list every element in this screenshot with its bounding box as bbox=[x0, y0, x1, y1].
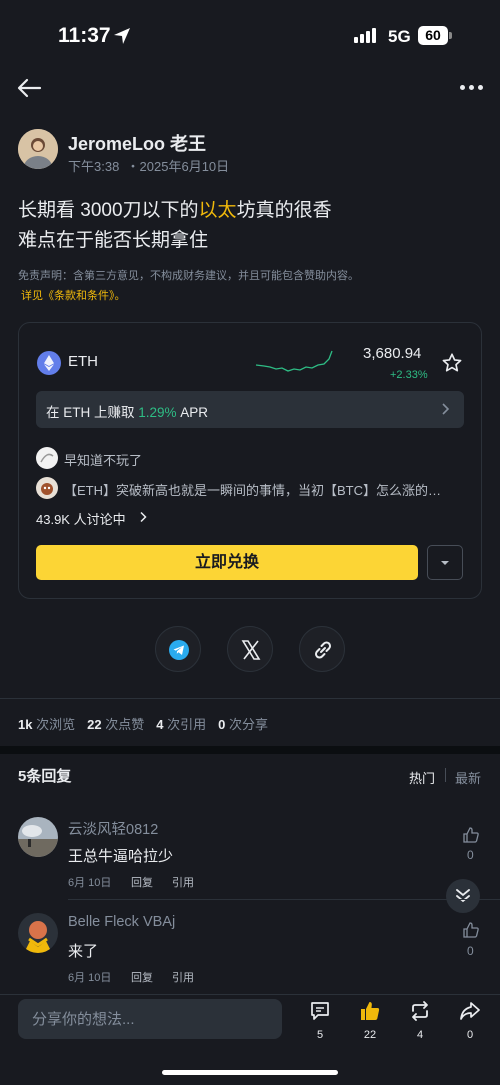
author-avatar[interactable] bbox=[18, 129, 58, 169]
back-arrow-icon[interactable] bbox=[16, 76, 42, 100]
quote-button[interactable]: 引用 bbox=[172, 969, 194, 985]
comment-action[interactable]: 5 bbox=[300, 1000, 340, 1041]
battery-tip bbox=[449, 32, 452, 39]
comment-date: 6月 10日 bbox=[68, 972, 112, 984]
comment-like-count: 0 bbox=[467, 848, 474, 862]
comment-text: 王总牛逼哈拉少 bbox=[68, 848, 174, 865]
coin-price: 3,680.94 bbox=[363, 345, 422, 362]
like-action[interactable]: 22 bbox=[350, 1000, 390, 1041]
comment-date: 6月 10日 bbox=[68, 877, 112, 889]
post-timestamp: 下午3:38 ・2025年6月10日 bbox=[68, 159, 230, 174]
comment-input[interactable] bbox=[18, 999, 282, 1039]
post-highlight-link[interactable]: 以太 bbox=[199, 200, 237, 221]
sort-hot-tab[interactable]: 热门 bbox=[409, 768, 435, 787]
price-sparkline bbox=[255, 350, 333, 372]
swap-button[interactable]: 立即兑换 bbox=[36, 545, 418, 580]
star-icon[interactable] bbox=[441, 352, 463, 374]
comment-icon bbox=[311, 1002, 329, 1020]
battery-icon: 60 bbox=[418, 26, 448, 45]
comment-divider bbox=[68, 899, 500, 900]
replies-title: 5条回复 bbox=[18, 768, 72, 785]
reply-button[interactable]: 回复 bbox=[131, 969, 153, 985]
share-icon bbox=[460, 1002, 480, 1020]
comment-like-count: 0 bbox=[467, 944, 474, 958]
scroll-down-button[interactable] bbox=[446, 879, 480, 913]
thumbs-up-filled-icon bbox=[361, 1002, 380, 1020]
discussion-snippet[interactable]: 早知道不玩了 bbox=[64, 450, 142, 469]
double-chevron-down-icon bbox=[456, 889, 470, 903]
repost-action[interactable]: 4 bbox=[400, 1000, 440, 1041]
caret-down-icon bbox=[441, 561, 449, 565]
more-options-icon[interactable] bbox=[460, 80, 484, 94]
coin-symbol: ETH bbox=[68, 353, 98, 370]
x-share-button[interactable] bbox=[227, 626, 273, 672]
link-icon bbox=[314, 641, 332, 659]
discussion-avatar bbox=[36, 447, 58, 469]
thumbs-up-icon[interactable] bbox=[462, 826, 480, 844]
copy-link-button[interactable] bbox=[299, 626, 345, 672]
commenter-name[interactable]: 云淡风轻0812 bbox=[68, 818, 158, 839]
comment-text: 来了 bbox=[68, 943, 99, 960]
earn-text: 在 ETH 上赚取 1.29% APR bbox=[46, 405, 209, 420]
status-time: 11:37 bbox=[58, 24, 111, 47]
telegram-icon bbox=[169, 640, 189, 660]
eth-logo-icon bbox=[37, 351, 61, 375]
likes-stat: 22 次点赞 bbox=[87, 717, 145, 732]
like-count: 22 bbox=[363, 1029, 377, 1041]
thumbs-up-icon[interactable] bbox=[462, 921, 480, 939]
x-icon bbox=[241, 640, 261, 660]
discussion-avatar bbox=[36, 477, 58, 499]
quotes-stat[interactable]: 4 次引用 bbox=[156, 714, 206, 733]
telegram-share-button[interactable] bbox=[155, 626, 201, 672]
share-count: 0 bbox=[466, 1029, 474, 1041]
comment-count: 5 bbox=[316, 1029, 324, 1041]
commenter-avatar[interactable] bbox=[18, 817, 58, 857]
location-arrow-icon bbox=[114, 28, 130, 44]
quote-button[interactable]: 引用 bbox=[172, 874, 194, 890]
sort-separator bbox=[445, 768, 446, 782]
post-text-line-1: 长期看 3000刀以下的以太坊真的很香 bbox=[18, 200, 332, 221]
views-stat: 1k 次浏览 bbox=[18, 717, 76, 732]
post-stats: 1k 次浏览 22 次点赞 4 次引用 0 次分享 bbox=[18, 714, 268, 733]
post-text-line-2: 难点在于能否长期拿住 bbox=[18, 230, 209, 251]
share-action[interactable]: 0 bbox=[450, 1000, 490, 1041]
shares-stat: 0 次分享 bbox=[218, 717, 268, 732]
chevron-right-icon bbox=[140, 511, 147, 523]
sort-newest-tab[interactable]: 最新 bbox=[455, 768, 481, 787]
commenter-name[interactable]: Belle Fleck VBAj bbox=[68, 914, 175, 930]
chevron-right-icon bbox=[442, 403, 450, 415]
disclaimer: 免责声明：含第三方意见，不构成财务建议，并且可能包含赞助内容。 bbox=[18, 270, 359, 282]
author-name[interactable]: JeromeLoo 老王 bbox=[68, 130, 206, 156]
reply-button[interactable]: 回复 bbox=[131, 874, 153, 890]
repost-count: 4 bbox=[416, 1029, 424, 1041]
commenter-avatar[interactable] bbox=[18, 913, 58, 953]
coin-change: +2.33% bbox=[390, 369, 428, 381]
network-type: 5G bbox=[388, 27, 411, 46]
swap-dropdown[interactable] bbox=[427, 545, 463, 580]
divider bbox=[0, 698, 500, 699]
section-divider bbox=[0, 746, 500, 754]
discussion-count[interactable]: 43.9K 人讨论中 bbox=[36, 509, 126, 528]
discussion-snippet[interactable]: 【ETH】突破新高也就是一瞬间的事情，当初【BTC】怎么涨的… bbox=[64, 480, 441, 499]
signal-icon bbox=[354, 28, 376, 43]
repost-icon bbox=[412, 1001, 428, 1021]
home-indicator bbox=[162, 1070, 338, 1075]
terms-link[interactable]: 详见《条款和条件》。 bbox=[21, 287, 126, 303]
